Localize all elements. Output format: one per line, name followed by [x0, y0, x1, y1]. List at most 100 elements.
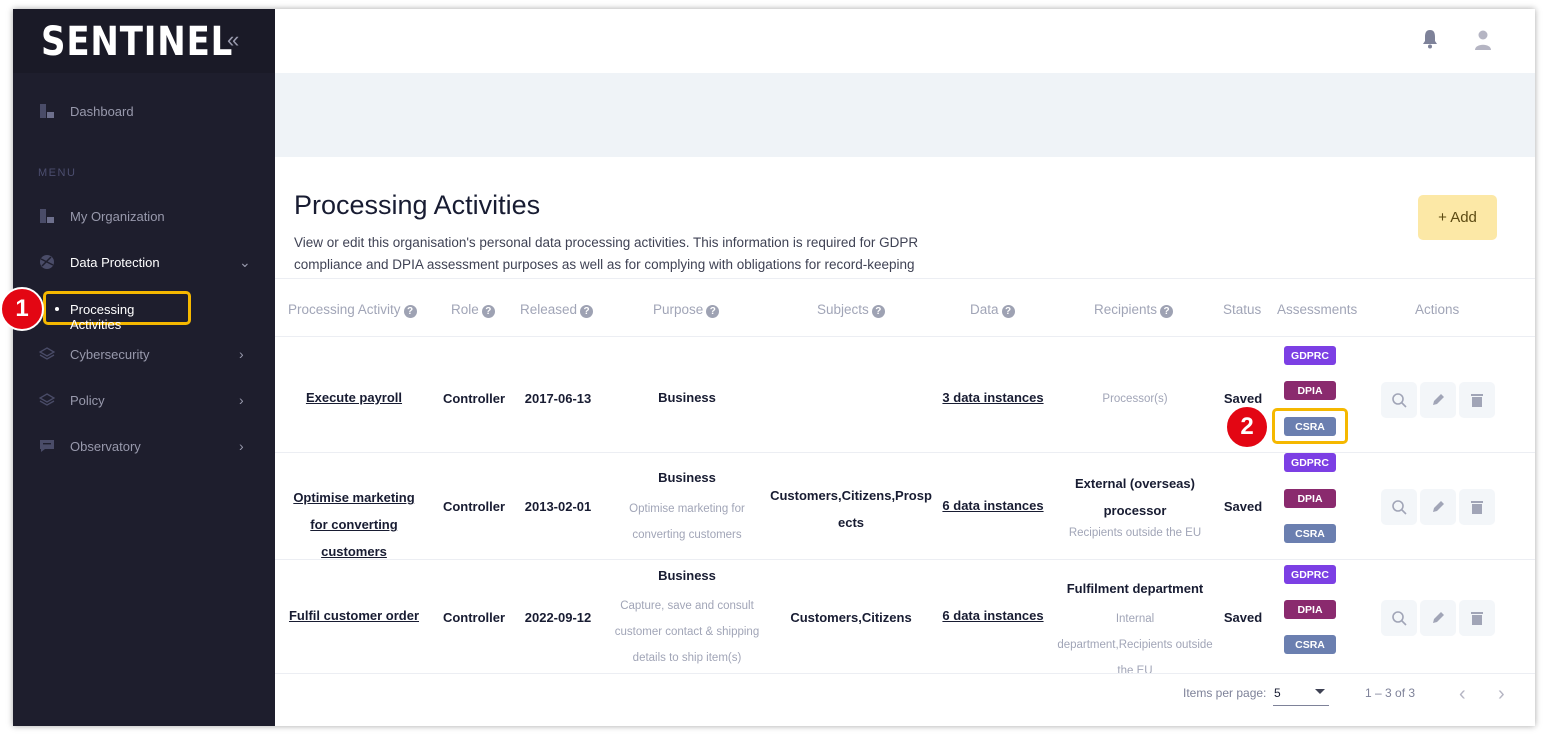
released-cell: 2022-09-12: [524, 610, 592, 625]
page-range: 1 – 3 of 3: [1365, 686, 1416, 700]
purpose-desc: Optimise marketing for converting custom…: [629, 503, 745, 541]
sidebar-item-label: Processing Activities: [70, 302, 135, 332]
column-header-recipients[interactable]: Recipients?: [1094, 302, 1174, 318]
column-header-status[interactable]: Status: [1223, 302, 1261, 317]
tag-dpia[interactable]: DPIA: [1284, 489, 1336, 508]
next-page-icon[interactable]: ›: [1498, 683, 1505, 706]
divider: [275, 278, 1535, 279]
edit-button[interactable]: [1420, 600, 1456, 636]
sidebar-item-policy[interactable]: Policy ›: [13, 380, 275, 420]
activity-link[interactable]: Execute payroll: [295, 390, 413, 405]
sidebar-item-my-organization[interactable]: My Organization: [13, 196, 275, 236]
released-cell: 2017-06-13: [524, 391, 592, 406]
sidebar-item-label: Dashboard: [70, 103, 134, 119]
sidebar-item-observatory[interactable]: Observatory ›: [13, 426, 275, 466]
sidebar-item-label: Observatory: [70, 438, 141, 454]
double-chevron-left-icon[interactable]: «: [227, 27, 239, 53]
help-icon[interactable]: ?: [403, 305, 417, 318]
help-icon[interactable]: ?: [1001, 305, 1015, 318]
activity-link[interactable]: Optimise marketing for converting custom…: [284, 484, 424, 565]
column-header-purpose[interactable]: Purpose?: [653, 302, 720, 318]
view-button[interactable]: [1381, 382, 1417, 418]
column-header-label: Processing Activity: [288, 302, 401, 317]
layers-icon: [39, 393, 55, 406]
org-icon: [40, 209, 54, 223]
sidebar-item-label: Policy: [70, 392, 105, 408]
pencil-icon: [1433, 394, 1444, 405]
sidebar-item-dashboard[interactable]: Dashboard: [13, 91, 275, 131]
annotation-highlight-csra: [1272, 408, 1348, 444]
tag-csra[interactable]: CSRA: [1284, 635, 1336, 654]
divider: [275, 673, 1535, 674]
status-badge: Saved: [1223, 391, 1263, 406]
role-cell: Controller: [442, 499, 506, 514]
prev-page-icon[interactable]: ‹: [1459, 683, 1466, 706]
add-button[interactable]: + Add: [1418, 195, 1497, 240]
toolbar-band: [275, 73, 1535, 157]
purpose-desc: Capture, save and consult customer conta…: [614, 600, 760, 664]
role-cell: Controller: [442, 610, 506, 625]
edit-button[interactable]: [1420, 489, 1456, 525]
recipients-title: Fulfilment department: [1066, 581, 1204, 596]
search-icon: [1392, 611, 1407, 626]
column-header-label: Role: [451, 302, 479, 317]
annotation-marker-2: 2: [1225, 405, 1269, 449]
message-icon: [40, 440, 54, 452]
data-instances-link[interactable]: 6 data instances: [938, 498, 1048, 513]
data-instances-link[interactable]: 3 data instances: [938, 390, 1048, 405]
items-per-page-label: Items per page:: [1183, 686, 1267, 700]
purpose-title: Business: [658, 470, 716, 485]
column-header-released[interactable]: Released?: [520, 302, 594, 318]
sidebar-item-label: Data Protection: [70, 254, 160, 270]
delete-button[interactable]: [1459, 600, 1495, 636]
sidebar-item-label: Cybersecurity: [70, 346, 150, 362]
chevron-right-icon: ›: [239, 392, 244, 408]
tag-gdprc[interactable]: GDPRC: [1284, 453, 1336, 472]
tag-csra[interactable]: CSRA: [1284, 524, 1336, 543]
page-title: Processing Activities: [294, 190, 541, 220]
divider: [275, 452, 1535, 453]
role-cell: Controller: [442, 391, 506, 406]
released-cell: 2013-02-01: [524, 499, 592, 514]
column-header-activity[interactable]: Processing Activity?: [288, 302, 417, 318]
sidebar-item-data-protection[interactable]: Data Protection ⌄: [13, 242, 275, 282]
column-header-label: Subjects: [817, 302, 869, 317]
sidebar-item-cybersecurity[interactable]: Cybersecurity ›: [13, 334, 275, 374]
view-button[interactable]: [1381, 489, 1417, 525]
help-icon[interactable]: ?: [871, 305, 885, 318]
tag-dpia[interactable]: DPIA: [1284, 381, 1336, 400]
recipients-desc: Recipients outside the EU: [1068, 527, 1202, 539]
column-header-role[interactable]: Role?: [451, 302, 495, 318]
delete-button[interactable]: [1459, 382, 1495, 418]
delete-button[interactable]: [1459, 489, 1495, 525]
help-icon[interactable]: ?: [706, 305, 720, 318]
items-per-page-select[interactable]: 5: [1273, 680, 1329, 706]
tag-dpia[interactable]: DPIA: [1284, 600, 1336, 619]
activity-link[interactable]: Fulfil customer order: [285, 608, 423, 623]
chevron-right-icon: ›: [239, 438, 244, 454]
sidebar-item-label: My Organization: [70, 208, 165, 224]
chevron-right-icon: ›: [239, 346, 244, 362]
sidebar-item-processing-activities[interactable]: Processing Activities: [43, 291, 191, 332]
tag-gdprc[interactable]: GDPRC: [1284, 565, 1336, 584]
help-icon[interactable]: ?: [481, 305, 495, 318]
bell-icon[interactable]: [1421, 29, 1439, 49]
divider: [275, 559, 1535, 560]
column-header-actions: Actions: [1415, 302, 1460, 317]
tag-gdprc[interactable]: GDPRC: [1284, 346, 1336, 365]
sidebar: SENTINEL « Dashboard MENU My Organizatio…: [13, 9, 275, 726]
column-header-subjects[interactable]: Subjects?: [817, 302, 885, 318]
column-header-data[interactable]: Data?: [970, 302, 1015, 318]
search-icon: [1392, 500, 1407, 515]
help-icon[interactable]: ?: [1160, 305, 1174, 318]
column-header-assessments[interactable]: Assessments: [1277, 302, 1357, 317]
view-button[interactable]: [1381, 600, 1417, 636]
edit-button[interactable]: [1420, 382, 1456, 418]
globe-icon: [40, 255, 54, 269]
user-icon[interactable]: [1474, 30, 1492, 50]
brand-header: SENTINEL «: [13, 9, 275, 73]
trash-icon: [1471, 501, 1483, 514]
data-instances-link[interactable]: 6 data instances: [938, 608, 1048, 623]
help-icon[interactable]: ?: [580, 305, 594, 318]
trash-icon: [1471, 394, 1483, 407]
